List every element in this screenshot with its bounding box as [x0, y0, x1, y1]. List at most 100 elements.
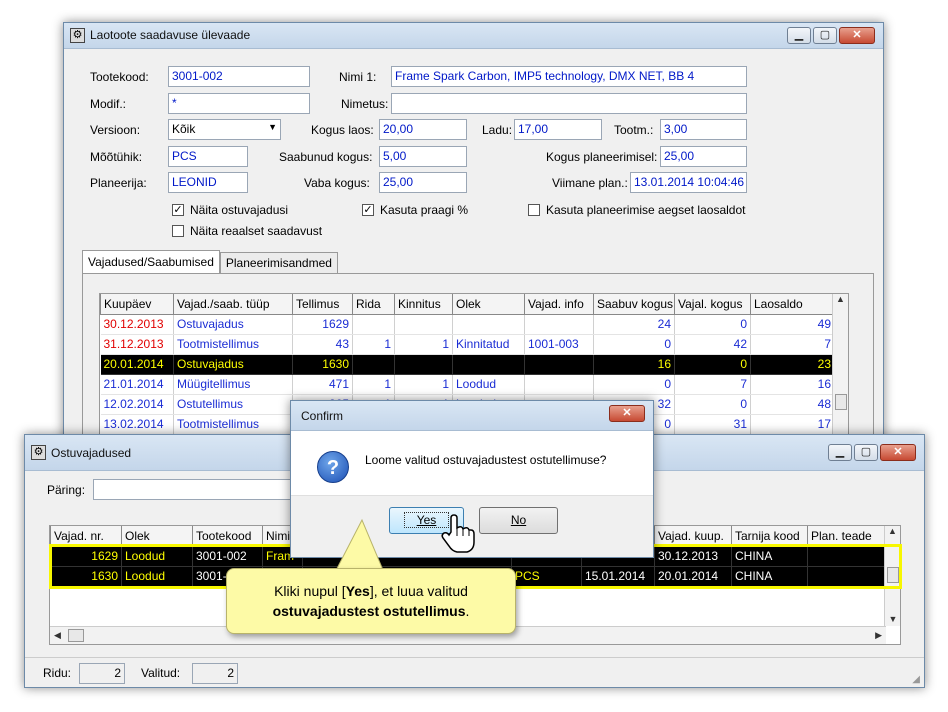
cell-kinnitus: [394, 314, 453, 335]
callout-box: Kliki nupul [Yes], et luua valitud ostuv…: [226, 568, 516, 634]
scroll-right-icon[interactable]: ▶: [875, 630, 882, 641]
grid-scrollbar[interactable]: ▲: [832, 294, 848, 442]
cell-order: 471: [292, 374, 353, 395]
versioon-label: Versioon:: [90, 123, 141, 137]
tootm-label: Tootm.:: [614, 123, 654, 137]
column-header[interactable]: Plan. teade: [807, 526, 887, 547]
cell-laosaldo: 23: [750, 354, 835, 375]
nimetus-field[interactable]: [391, 93, 747, 114]
callout-text: Kliki nupul [: [274, 583, 346, 599]
column-header[interactable]: Vajal. kogus: [674, 294, 751, 315]
nimi1-label: Nimi 1:: [339, 70, 377, 84]
paring-label: Päring:: [47, 483, 86, 497]
column-header[interactable]: Saabuv kogus: [593, 294, 675, 315]
cell-date: 13.02.2014: [100, 414, 174, 435]
ladu-field[interactable]: 17,00: [514, 119, 602, 140]
checkbox-box[interactable]: [528, 204, 540, 216]
no-button[interactable]: No: [479, 507, 558, 534]
column-header[interactable]: Vajad./saab. tüüp: [173, 294, 293, 315]
maximize-button[interactable]: ▢: [813, 27, 837, 44]
cell-type: Ostuvajadus: [173, 354, 293, 375]
column-header[interactable]: Laosaldo: [750, 294, 835, 315]
naita-reaalset-checkbox[interactable]: Näita reaalset saadavust: [172, 224, 322, 238]
tab-planeerimisandmed[interactable]: Planeerimisandmed: [219, 252, 338, 275]
column-header[interactable]: Olek: [121, 526, 193, 547]
column-header[interactable]: Kuupäev: [100, 294, 174, 315]
main-titlebar[interactable]: ⚙ Laotoote saadavuse ülevaade ▁ ▢ ✕: [64, 23, 883, 49]
modif-label: Modif.:: [90, 97, 127, 111]
saabunud-kogus-field[interactable]: 5,00: [379, 146, 467, 167]
scroll-up-icon[interactable]: ▲: [833, 294, 848, 304]
checkbox-box[interactable]: [172, 225, 184, 237]
close-button[interactable]: ✕: [609, 405, 645, 422]
cell-vajal: 31: [674, 414, 751, 435]
kasuta-praagi-checkbox[interactable]: ✓ Kasuta praagi %: [362, 203, 468, 217]
cell-rida: [352, 354, 395, 375]
status-bar: Ridu: 2 Valitud: 2 ◢: [25, 657, 924, 687]
cell-laosaldo: 16: [750, 374, 835, 395]
table-row[interactable]: 20.01.2014 Ostuvajadus 1630 16 0 23: [100, 354, 835, 375]
modif-field[interactable]: *: [168, 93, 310, 114]
kogus-planeerimisel-field[interactable]: 25,00: [660, 146, 747, 167]
callout-text: .: [465, 603, 470, 619]
column-header[interactable]: Rida: [352, 294, 395, 315]
tab-vajadused[interactable]: Vajadused/Saabumised: [82, 250, 220, 273]
cell-type: Ostuvajadus: [173, 314, 293, 335]
table-row[interactable]: 31.12.2013 Tootmistellimus 43 1 1 Kinnitatud 1…: [100, 334, 835, 355]
mootuhik-field[interactable]: PCS: [168, 146, 248, 167]
chevron-down-icon[interactable]: ▼: [268, 122, 277, 132]
close-button[interactable]: ✕: [880, 444, 916, 461]
column-header[interactable]: Tarnija kood: [731, 526, 808, 547]
kogus-laos-field[interactable]: 20,00: [379, 119, 467, 140]
tootekood-field[interactable]: 3001-002: [168, 66, 310, 87]
close-button[interactable]: ✕: [839, 27, 875, 44]
paring-field[interactable]: [93, 479, 293, 500]
gear-icon: ⚙: [70, 28, 85, 43]
minimize-button[interactable]: ▁: [787, 27, 811, 44]
cell-olek: Kinnitatud: [452, 334, 525, 355]
nimi1-field[interactable]: Frame Spark Carbon, IMP5 technology, DMX…: [391, 66, 747, 87]
column-header[interactable]: Tootekood: [192, 526, 263, 547]
dialog-title: Confirm: [301, 409, 344, 423]
minimize-button[interactable]: ▁: [828, 444, 852, 461]
checkbox-box[interactable]: ✓: [172, 204, 184, 216]
scroll-thumb[interactable]: [68, 629, 84, 642]
scroll-thumb[interactable]: [835, 394, 847, 410]
table-row[interactable]: 21.01.2014 Müügitellimus 471 1 1 Loodud 0 7 16: [100, 374, 835, 395]
cell-laosaldo: 49: [750, 314, 835, 335]
resize-grip-icon[interactable]: ◢: [912, 674, 920, 685]
column-header[interactable]: Vajad. kuup.: [654, 526, 732, 547]
kasuta-planeerimise-checkbox[interactable]: Kasuta planeerimise aegset laosaldot: [528, 203, 745, 217]
column-header[interactable]: Vajad. info: [524, 294, 594, 315]
planeerija-field[interactable]: LEONID: [168, 172, 248, 193]
column-header[interactable]: Vajad. nr.: [50, 526, 122, 547]
cell-kinnitus: 1: [394, 334, 453, 355]
dialog-titlebar[interactable]: Confirm ✕: [291, 401, 653, 431]
ostuvajadused-title: Ostuvajadused: [51, 446, 132, 460]
scroll-left-icon[interactable]: ◀: [54, 630, 61, 641]
scroll-down-icon[interactable]: ▼: [885, 614, 900, 624]
callout-line1: Kliki nupul [Yes], et luua valitud: [227, 581, 515, 601]
gear-icon: ⚙: [31, 445, 46, 460]
tootm-field[interactable]: 3,00: [660, 119, 747, 140]
cell-kinnitus: 1: [394, 374, 453, 395]
cell-date: 30.12.2013: [100, 314, 174, 335]
column-header[interactable]: Olek: [452, 294, 525, 315]
scroll-up-icon[interactable]: ▲: [885, 526, 900, 536]
naita-ostuvajadusi-checkbox[interactable]: ✓ Näita ostuvajadusi: [172, 203, 288, 217]
table-row[interactable]: 30.12.2013 Ostuvajadus 1629 24 0 49: [100, 314, 835, 335]
cell-vajal: 7: [674, 374, 751, 395]
viimane-plan-field[interactable]: 13.01.2014 10:04:46: [630, 172, 747, 193]
cell-vajal: 0: [674, 354, 751, 375]
hand-cursor-icon: [441, 514, 475, 553]
checkbox-box[interactable]: ✓: [362, 204, 374, 216]
column-header[interactable]: Kinnitus: [394, 294, 453, 315]
versioon-select[interactable]: Kõik ▼: [168, 119, 281, 140]
cell-type: Tootmistellimus: [173, 334, 293, 355]
viimane-plan-label: Viimane plan.:: [552, 176, 628, 190]
column-header[interactable]: Tellimus: [292, 294, 353, 315]
maximize-button[interactable]: ▢: [854, 444, 878, 461]
checkbox-label: Kasuta praagi %: [380, 203, 469, 217]
vaba-kogus-field[interactable]: 25,00: [379, 172, 467, 193]
cell-info: [524, 374, 594, 395]
